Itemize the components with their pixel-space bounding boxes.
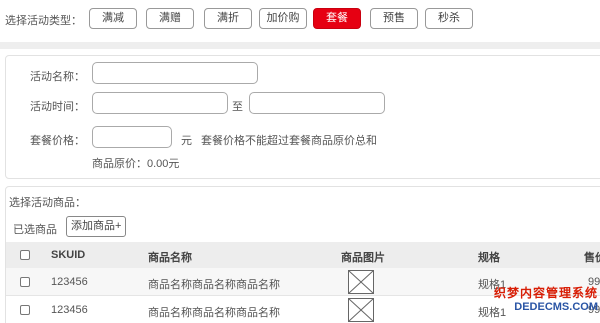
- watermark-domain: DEDECMS.COM: [514, 301, 598, 313]
- row-skuid: 123456: [51, 276, 88, 288]
- activity-type-label: 选择活动类型：: [5, 15, 82, 27]
- activity-name-input[interactable]: [92, 62, 258, 84]
- row-checkbox[interactable]: [20, 277, 30, 287]
- column-goods-name: 商品名称: [148, 252, 192, 264]
- selected-goods-label: 已选商品: [13, 224, 57, 236]
- type-button-flash-sale[interactable]: 秒杀: [425, 8, 473, 29]
- type-button-full-discount[interactable]: 满折: [204, 8, 252, 29]
- image-placeholder-icon: [348, 298, 374, 322]
- package-price-input[interactable]: [92, 126, 172, 148]
- end-time-input[interactable]: [249, 92, 385, 114]
- price-unit: 元: [181, 135, 192, 147]
- goods-section-label: 选择活动商品：: [9, 197, 86, 209]
- package-price-label: 套餐价格：: [30, 135, 85, 147]
- table-header: SKUID 商品名称 商品图片 规格 售价: [6, 242, 600, 268]
- activity-time-label: 活动时间：: [30, 101, 85, 113]
- type-button-full-reduction[interactable]: 满减: [89, 8, 137, 29]
- add-goods-button[interactable]: 添加商品+: [66, 216, 127, 237]
- type-button-package[interactable]: 套餐: [313, 8, 361, 29]
- column-spec: 规格: [478, 252, 500, 264]
- row-goods-name: 商品名称商品名称商品名称: [148, 307, 280, 319]
- activity-type-row: 选择活动类型： 满减 满赠 满折 加价购 套餐 预售 秒杀: [0, 0, 600, 38]
- activity-form-panel: 活动名称： 活动时间： 至 套餐价格： 元 套餐价格不能超过套餐商品原价总和 商…: [5, 55, 600, 179]
- row-skuid: 123456: [51, 304, 88, 316]
- column-goods-image: 商品图片: [341, 252, 385, 264]
- image-placeholder-icon: [348, 270, 374, 294]
- column-price: 售价: [584, 252, 600, 264]
- section-divider: [0, 42, 600, 49]
- select-all-checkbox[interactable]: [20, 250, 30, 260]
- to-text: 至: [232, 101, 243, 113]
- activity-name-label: 活动名称：: [30, 71, 85, 83]
- original-price-text: 商品原价：0.00元: [92, 158, 180, 170]
- column-skuid: SKUID: [51, 249, 86, 261]
- type-button-add-price-buy[interactable]: 加价购: [259, 8, 307, 29]
- watermark-title: 织梦内容管理系统: [493, 286, 598, 300]
- price-hint: 套餐价格不能超过套餐商品原价总和: [201, 135, 377, 147]
- row-goods-name: 商品名称商品名称商品名称: [148, 279, 280, 291]
- type-button-presale[interactable]: 预售: [370, 8, 418, 29]
- type-button-full-gift[interactable]: 满赠: [146, 8, 194, 29]
- watermark: 织梦内容管理系统 DEDECMS.COM: [478, 284, 598, 320]
- start-time-input[interactable]: [92, 92, 228, 114]
- row-checkbox[interactable]: [20, 305, 30, 315]
